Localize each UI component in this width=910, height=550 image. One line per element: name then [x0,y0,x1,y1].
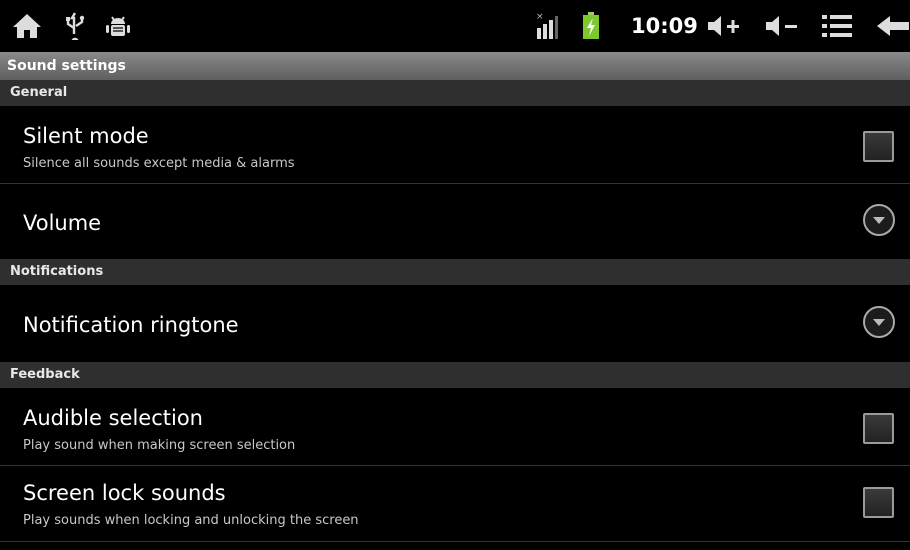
section-label: Notifications [10,264,104,279]
back-icon[interactable] [876,0,910,52]
section-header-feedback: Feedback [0,362,910,388]
silent-mode-title: Silent mode [23,124,149,148]
home-icon[interactable] [10,0,44,52]
silent-mode-summary: Silence all sounds except media & alarms [23,156,295,171]
notification-ringtone-chevron-icon[interactable] [863,306,895,338]
usb-icon [62,0,88,52]
audible-selection-checkbox[interactable] [863,413,894,444]
volume-chevron-icon[interactable] [863,204,895,236]
silent-mode-checkbox[interactable] [863,131,894,162]
page-title: Sound settings [7,58,126,74]
audible-selection-title: Audible selection [23,406,203,430]
section-label: Feedback [10,367,80,382]
android-debug-icon [104,0,132,52]
status-bar: × 10:09 [0,0,910,52]
svg-text:×: × [536,12,544,22]
notification-ringtone-row[interactable]: Notification ringtone [0,285,910,362]
screen-lock-sounds-checkbox[interactable] [863,487,894,518]
title-bar: Sound settings [0,52,910,80]
section-label: General [10,85,68,100]
section-header-notifications: Notifications [0,259,910,285]
volume-title: Volume [23,211,102,235]
screen-lock-sounds-title: Screen lock sounds [23,481,226,505]
screen-lock-sounds-row[interactable]: Screen lock sounds Play sounds when lock… [0,466,910,542]
battery-charging-icon [580,0,602,52]
section-header-general: General [0,80,910,106]
screen-lock-sounds-summary: Play sounds when locking and unlocking t… [23,513,359,528]
notification-ringtone-title: Notification ringtone [23,313,239,337]
audible-selection-summary: Play sound when making screen selection [23,438,296,453]
volume-row[interactable]: Volume [0,184,910,259]
silent-mode-row[interactable]: Silent mode Silence all sounds except me… [0,106,910,183]
volume-up-icon[interactable] [706,0,742,52]
divider [0,541,910,542]
menu-icon[interactable] [820,0,854,52]
audible-selection-row[interactable]: Audible selection Play sound when making… [0,388,910,465]
signal-icon: × [534,0,560,52]
volume-down-icon[interactable] [764,0,800,52]
status-clock: 10:09 [631,14,698,38]
